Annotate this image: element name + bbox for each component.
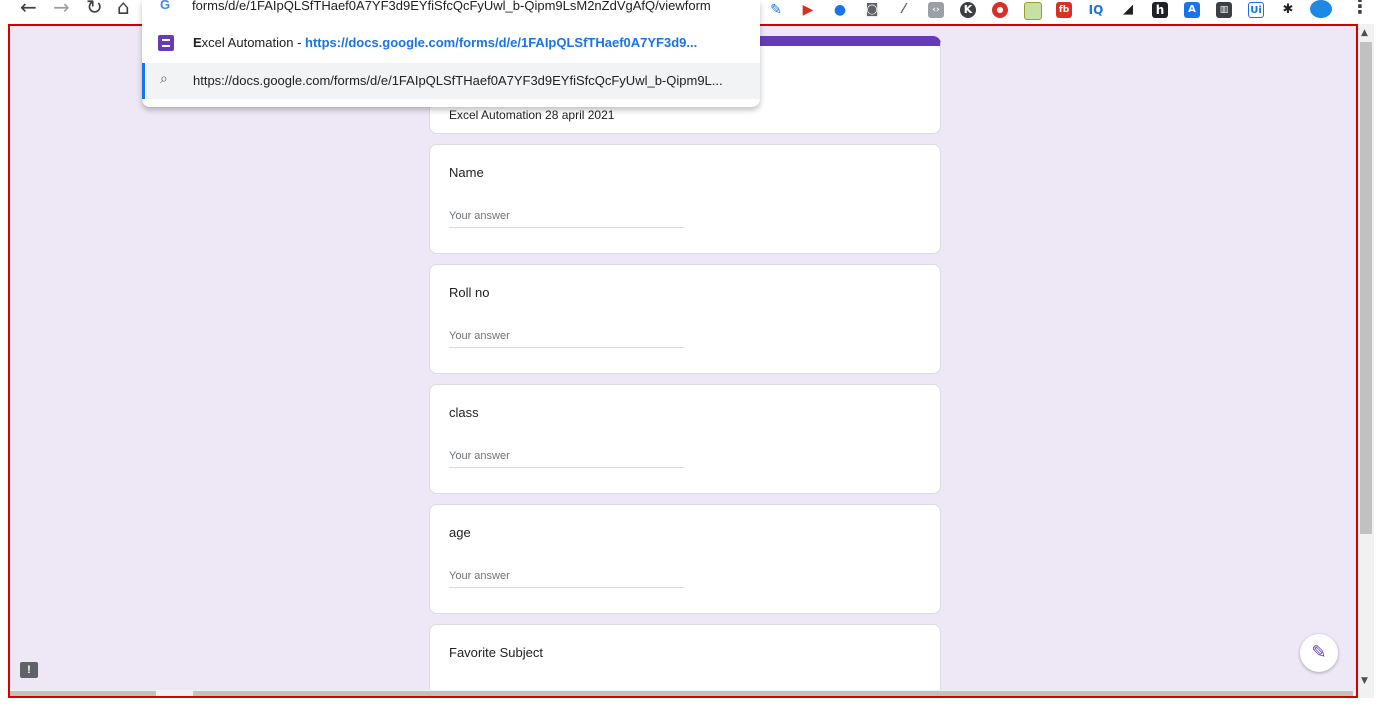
question-card-age: age Your answer	[429, 504, 941, 614]
answer-input-roll-no[interactable]: Your answer	[449, 329, 685, 348]
fb-icon[interactable]: fb	[1056, 2, 1072, 18]
omnibox-suggestion-history[interactable]: Excel Automation - https://docs.google.c…	[142, 25, 760, 61]
question-card-favorite-subject: Favorite Subject	[429, 624, 941, 696]
translate-icon[interactable]: A	[1184, 2, 1200, 18]
iq-icon[interactable]: IQ	[1088, 2, 1104, 18]
page-viewport: Excel Automation 28 april 2021 Name Your…	[8, 24, 1358, 698]
forward-arrow-icon[interactable]: →	[53, 0, 70, 18]
k-icon[interactable]: K	[960, 2, 976, 18]
horizontal-scrollbar-thumb[interactable]	[10, 691, 156, 696]
question-label: class	[449, 405, 479, 420]
eyedropper-icon[interactable]: ⁄	[896, 2, 912, 18]
ui-icon[interactable]: Ui	[1248, 2, 1264, 18]
answer-input-name[interactable]: Your answer	[449, 209, 685, 228]
search-icon: ⌕	[160, 71, 168, 87]
notes-icon[interactable]	[1024, 2, 1042, 20]
horizontal-scrollbar-track-segment[interactable]	[193, 691, 1353, 696]
scroll-down-arrow-icon[interactable]: ▼	[1361, 676, 1368, 686]
google-g-icon: G	[160, 0, 171, 12]
suggestion-separator: -	[293, 35, 306, 50]
question-label: Name	[449, 165, 484, 180]
profile-icon[interactable]	[1310, 0, 1332, 18]
suggestion-url: https://docs.google.com/forms/d/e/1FAIpQ…	[193, 73, 723, 88]
megaphone-icon[interactable]: ▶	[800, 2, 816, 18]
record-icon[interactable]: ●	[992, 2, 1008, 18]
question-card-class: class Your answer	[429, 384, 941, 494]
question-card-roll-no: Roll no Your answer	[429, 264, 941, 374]
menu-kebab-icon[interactable]: ⋮	[1350, 0, 1370, 18]
vertical-scrollbar-thumb[interactable]	[1360, 42, 1372, 534]
camera-icon[interactable]: ◙	[864, 2, 880, 18]
pen-icon[interactable]: ✎	[768, 2, 784, 18]
suggestion-text: Excel Automation - https://docs.google.c…	[193, 35, 697, 50]
question-label: age	[449, 525, 471, 540]
omnibox-dropdown: G forms/d/e/1FAIpQLSfTHaef0A7YF3d9EYfiSf…	[142, 0, 760, 107]
reload-icon[interactable]: ↻	[86, 0, 103, 18]
h-icon[interactable]: h	[1152, 2, 1168, 18]
feedback-icon[interactable]: !	[20, 662, 38, 678]
question-label: Favorite Subject	[449, 645, 543, 660]
question-card-name: Name Your answer	[429, 144, 941, 254]
scroll-up-arrow-icon[interactable]: ▲	[1361, 28, 1368, 38]
chart-icon[interactable]: ▥	[1216, 2, 1232, 18]
answer-input-class[interactable]: Your answer	[449, 449, 685, 468]
google-forms-icon	[158, 35, 174, 51]
form-header-subtitle: Excel Automation 28 april 2021	[449, 108, 615, 122]
omnibox-input[interactable]: forms/d/e/1FAIpQLSfTHaef0A7YF3d9EYfiSfcQ…	[192, 0, 711, 13]
answer-input-age[interactable]: Your answer	[449, 569, 685, 588]
edit-pencil-icon[interactable]: ✎	[1300, 634, 1338, 672]
back-arrow-icon[interactable]: ←	[20, 0, 37, 18]
drop-icon[interactable]: ●	[832, 2, 848, 18]
vertical-scrollbar[interactable]: ▲ ▼	[1358, 24, 1374, 698]
question-label: Roll no	[449, 285, 490, 300]
puzzle-icon[interactable]: ✱	[1280, 2, 1296, 18]
code-icon[interactable]: ‹›	[928, 2, 944, 18]
home-icon[interactable]: ⌂	[117, 0, 130, 18]
horizontal-scrollbar[interactable]	[10, 690, 1356, 696]
suggestion-title: xcel Automation	[201, 35, 294, 50]
suggestion-url: https://docs.google.com/forms/d/e/1FAIpQ…	[305, 35, 698, 50]
signal-icon[interactable]: ◢	[1120, 2, 1136, 18]
omnibox-suggestion-search[interactable]: ⌕ https://docs.google.com/forms/d/e/1FAI…	[142, 63, 760, 99]
suggestion-title-match: E	[193, 35, 202, 50]
